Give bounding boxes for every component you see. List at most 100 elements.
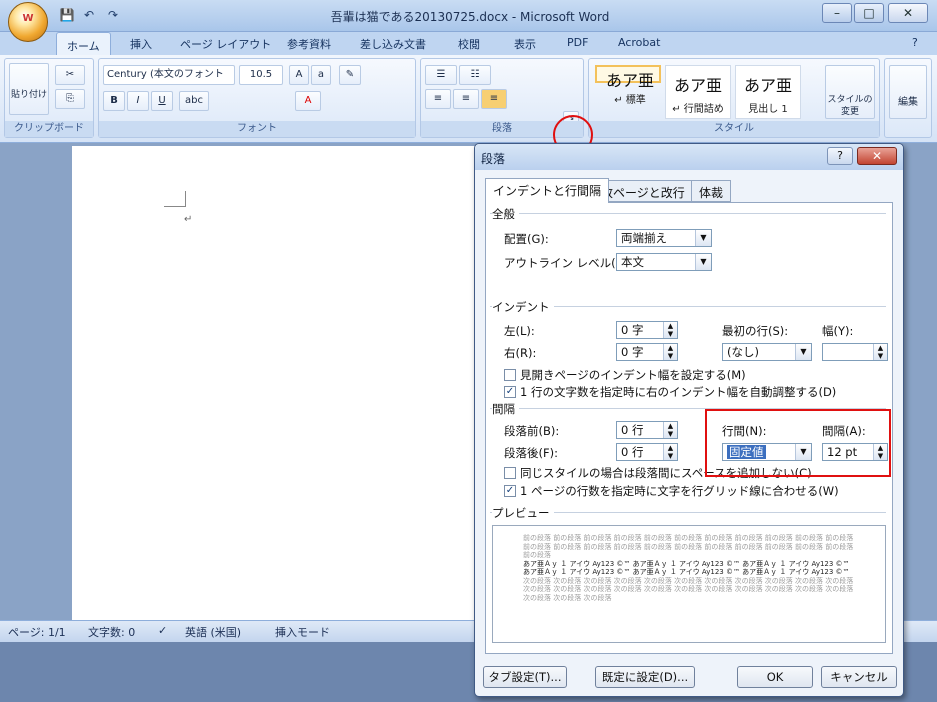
document-page[interactable]: ↵ <box>72 146 492 620</box>
clear-format-icon[interactable]: ✎ <box>339 65 361 85</box>
tab-page-layout[interactable]: ページ レイアウト <box>180 36 271 52</box>
align-center-icon[interactable]: ≡ <box>453 89 479 109</box>
tab-mailings[interactable]: 差し込み文書 <box>360 36 426 52</box>
before-spinner[interactable]: 0 行 ▲ ▼ <box>616 421 678 439</box>
auto-indent-label: 1 行の文字数を指定時に右のインデント幅を自動調整する(D) <box>520 385 837 399</box>
clipboard-group: 貼り付け ✂ ⎘ クリップボード <box>4 58 94 138</box>
copy-icon[interactable]: ⎘ <box>55 89 85 109</box>
first-line-label: 最初の行(S): <box>722 324 789 338</box>
indent-right-value: 0 字 <box>621 345 644 359</box>
auto-indent-checkbox[interactable]: ✓ <box>504 386 516 398</box>
tab-references[interactable]: 参考資料 <box>287 36 331 52</box>
alignment-select[interactable]: 両端揃え ▼ <box>616 229 712 247</box>
underline-icon[interactable]: U <box>151 91 173 111</box>
preview-current: あア亜Ａｙ １ アイウ Ay123 ©™ あア亜Ａｙ １ アイウ Ay123 ©… <box>523 559 850 577</box>
tab-acrobat[interactable]: Acrobat <box>618 36 660 49</box>
tab-home[interactable]: ホーム <box>56 32 111 56</box>
indent-left-label: 左(L): <box>504 324 535 338</box>
after-spinner[interactable]: 0 行 ▲ ▼ <box>616 443 678 461</box>
spin-arrows-icon[interactable]: ▲ ▼ <box>873 344 887 360</box>
group-label: クリップボード <box>5 121 93 137</box>
group-label: フォント <box>99 121 415 137</box>
outline-select[interactable]: 本文 ▼ <box>616 253 712 271</box>
strikethrough-icon[interactable]: abc <box>179 91 209 111</box>
indent-left-spinner[interactable]: 0 字 ▲ ▼ <box>616 321 678 339</box>
grow-font-icon[interactable]: A <box>289 65 309 85</box>
section-preview: プレビュー <box>492 505 554 521</box>
bullets-icon[interactable]: ☰ <box>425 65 457 85</box>
paste-button[interactable]: 貼り付け <box>9 63 49 115</box>
set-default-button[interactable]: 既定に設定(D)... <box>595 666 695 688</box>
tab-indent-spacing[interactable]: インデントと行間隔 <box>485 178 610 203</box>
annotation-rectangle <box>705 409 891 477</box>
justify-icon[interactable]: ≡ <box>481 89 507 109</box>
align-left-icon[interactable]: ≡ <box>425 89 451 109</box>
cut-icon[interactable]: ✂ <box>55 65 85 85</box>
dialog-title-bar: 段落 ? ✕ <box>475 144 903 170</box>
mirror-indent-checkbox[interactable] <box>504 369 516 381</box>
style-no-spacing[interactable]: あア亜 ↵ 行間詰め <box>665 65 731 119</box>
change-styles-button[interactable]: スタイルの変更 <box>825 65 875 119</box>
before-label: 段落前(B): <box>504 424 560 438</box>
font-size-select[interactable]: 10.5 <box>239 65 283 85</box>
save-icon[interactable]: 💾 <box>58 7 76 24</box>
spin-arrows-icon[interactable]: ▲ ▼ <box>663 344 677 360</box>
tab-review[interactable]: 校閲 <box>458 36 480 52</box>
editing-button[interactable]: 編集 <box>889 65 927 119</box>
snap-grid-checkbox[interactable]: ✓ <box>504 485 516 497</box>
help-icon[interactable]: ? <box>827 147 853 165</box>
style-preview: あア亜 <box>743 76 792 95</box>
undo-icon[interactable]: ↶ <box>80 7 98 24</box>
first-line-select[interactable]: (なし) ▼ <box>722 343 812 361</box>
office-button[interactable]: W <box>8 2 48 42</box>
help-icon[interactable]: ? <box>912 36 918 49</box>
ribbon: 貼り付け ✂ ⎘ クリップボード Century (本文のフォント 10.5 A… <box>0 55 937 143</box>
language-indicator[interactable]: 英語 (米国) <box>185 624 241 640</box>
tab-view[interactable]: 表示 <box>514 36 536 52</box>
cancel-button[interactable]: キャンセル <box>821 666 897 688</box>
style-normal[interactable]: あア亜 ↵ 標準 <box>595 65 661 106</box>
italic-icon[interactable]: I <box>127 91 149 111</box>
alignment-label: 配置(G): <box>504 232 549 246</box>
word-count[interactable]: 文字数: 0 <box>88 624 135 640</box>
font-group: Century (本文のフォント 10.5 A a ✎ B I U abc A … <box>98 58 416 138</box>
spin-arrows-icon[interactable]: ▲ ▼ <box>663 322 677 338</box>
redo-icon[interactable]: ↷ <box>104 7 122 24</box>
section-general: 全般 <box>492 206 519 222</box>
page-indicator[interactable]: ページ: 1/1 <box>8 624 66 640</box>
text-cursor <box>185 191 186 207</box>
spin-arrows-icon[interactable]: ▲ ▼ <box>663 422 677 438</box>
proofing-icon[interactable]: ✓ <box>158 624 167 637</box>
paragraph-mark: ↵ <box>184 214 193 225</box>
numbering-icon[interactable]: ☷ <box>459 65 491 85</box>
font-name-select[interactable]: Century (本文のフォント <box>103 65 235 85</box>
shrink-font-icon[interactable]: a <box>311 65 331 85</box>
close-button[interactable]: ✕ <box>888 3 928 23</box>
insert-mode[interactable]: 挿入モード <box>275 624 330 640</box>
outline-value: 本文 <box>621 255 644 269</box>
close-icon[interactable]: ✕ <box>857 147 897 165</box>
minimize-button[interactable]: – <box>822 3 852 23</box>
indent-right-spinner[interactable]: 0 字 ▲ ▼ <box>616 343 678 361</box>
first-line-value: (なし) <box>727 345 759 359</box>
ok-button[interactable]: OK <box>737 666 813 688</box>
bold-icon[interactable]: B <box>103 91 125 111</box>
width-spinner[interactable]: ▲ ▼ <box>822 343 888 361</box>
divider <box>490 213 886 214</box>
title-bar: 💾 ↶ ↷ 吾輩は猫である20130725.docx - Microsoft W… <box>0 0 937 32</box>
maximize-button[interactable]: □ <box>854 3 884 23</box>
after-label: 段落後(F): <box>504 446 558 460</box>
preview-box: 前の段落 前の段落 前の段落 前の段落 前の段落 前の段落 前の段落 前の段落 … <box>492 525 886 643</box>
font-color-icon[interactable]: A <box>295 91 321 111</box>
tab-pdf[interactable]: PDF <box>567 36 588 49</box>
style-heading-1[interactable]: あア亜 見出し 1 <box>735 65 801 119</box>
spin-arrows-icon[interactable]: ▲ ▼ <box>663 444 677 460</box>
style-preview: あア亜 <box>673 76 722 95</box>
tabs-button[interactable]: タブ設定(T)... <box>483 666 567 688</box>
tab-insert[interactable]: 挿入 <box>130 36 152 52</box>
no-space-checkbox[interactable] <box>504 467 516 479</box>
tab-asian-typography[interactable]: 体裁 <box>691 180 732 202</box>
chevron-down-icon: ▼ <box>695 254 711 270</box>
styles-group: あア亜 ↵ 標準 あア亜 ↵ 行間詰め あア亜 見出し 1 スタイルの変更 スタイル <box>588 58 880 138</box>
before-value: 0 行 <box>621 423 644 437</box>
